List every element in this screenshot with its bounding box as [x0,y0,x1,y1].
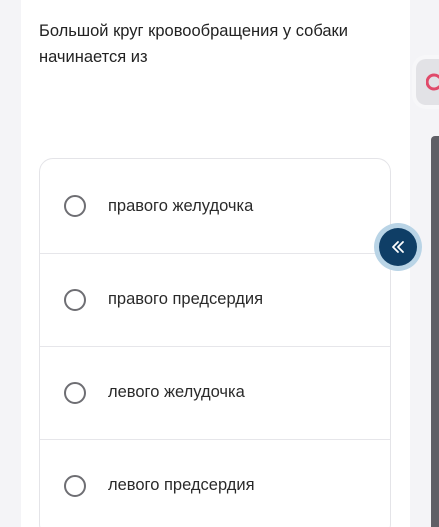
collapse-button[interactable] [374,223,422,271]
answer-option-label: правого предсердия [108,290,264,308]
radio-button[interactable] [64,381,86,404]
radio-button[interactable] [64,288,86,311]
radio-button[interactable] [64,195,86,217]
answer-option-label: левого желудочка [108,383,245,401]
question-text: Большой круг кровообращения у собаки нач… [39,22,348,66]
double-chevron-left-icon [392,241,404,253]
side-widget-tab[interactable] [416,59,439,105]
answer-option[interactable]: левого желудочка [40,346,390,440]
answer-options: правого желудочка правого предсердия лев… [39,158,391,527]
answer-option-label: левого предсердия [108,476,255,494]
answer-option[interactable]: левого предсердия [40,439,390,527]
answer-option[interactable]: правого предсердия [40,253,390,347]
quiz-page: Большой круг кровообращения у собаки нач… [0,0,439,527]
answer-option[interactable]: правого желудочка [40,159,390,254]
radio-button[interactable] [64,474,86,497]
c-shape-icon [426,73,439,91]
scrollbar[interactable] [431,136,439,527]
collapse-button-inner [379,228,417,266]
answer-option-label: правого желудочка [108,196,254,215]
